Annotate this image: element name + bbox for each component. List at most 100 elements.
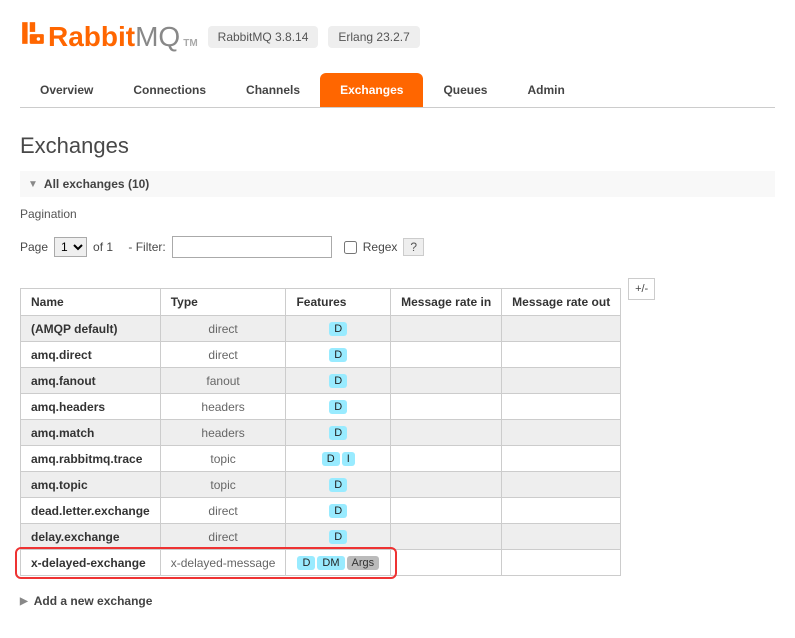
feature-badge[interactable]: D (329, 478, 347, 492)
rate-in (391, 394, 502, 420)
logo-icon (20, 20, 46, 53)
exchange-name[interactable]: x-delayed-exchange (21, 550, 161, 576)
feature-badge[interactable]: D (329, 504, 347, 518)
exchange-type: direct (160, 316, 286, 342)
logo-text-mq: MQ (135, 21, 180, 53)
regex-label: Regex (363, 240, 398, 254)
table-row: delay.exchangedirectD (21, 524, 621, 550)
exchange-features: D (286, 420, 391, 446)
exchange-type: headers (160, 394, 286, 420)
exchange-name[interactable]: amq.rabbitmq.trace (21, 446, 161, 472)
tab-exchanges[interactable]: Exchanges (320, 73, 423, 107)
filter-label: - Filter: (128, 240, 165, 254)
exchange-type: topic (160, 472, 286, 498)
page-select[interactable]: 1 (54, 237, 87, 257)
logo-text-rabbit: Rabbit (48, 21, 135, 53)
exchange-type: topic (160, 446, 286, 472)
tab-connections[interactable]: Connections (113, 73, 226, 107)
filter-input[interactable] (172, 236, 332, 258)
exchange-name[interactable]: amq.fanout (21, 368, 161, 394)
rate-out (502, 368, 621, 394)
table-row: amq.headersheaders D (21, 394, 621, 420)
exchange-features: D (286, 472, 391, 498)
help-button[interactable]: ? (403, 238, 424, 256)
exchange-features: D (286, 394, 391, 420)
rate-in (391, 498, 502, 524)
table-header-row: NameTypeFeaturesMessage rate inMessage r… (21, 289, 621, 316)
feature-badge[interactable]: I (342, 452, 355, 466)
regex-checkbox[interactable] (344, 241, 357, 254)
exchange-type: direct (160, 498, 286, 524)
table-row: amq.rabbitmq.tracetopicDI (21, 446, 621, 472)
exchange-name[interactable]: amq.headers (21, 394, 161, 420)
rate-in (391, 550, 502, 576)
rate-in (391, 446, 502, 472)
rate-out (502, 550, 621, 576)
feature-badge[interactable]: D (329, 348, 347, 362)
exchange-name[interactable]: amq.match (21, 420, 161, 446)
header: RabbitMQ TM RabbitMQ 3.8.14 Erlang 23.2.… (20, 20, 775, 53)
table-row: amq.topictopic D (21, 472, 621, 498)
rate-in (391, 368, 502, 394)
exchange-type: x-delayed-message (160, 550, 286, 576)
rate-in (391, 472, 502, 498)
pagination-heading: Pagination (20, 207, 775, 221)
erlang-badge: Erlang 23.2.7 (328, 26, 419, 48)
tab-admin[interactable]: Admin (507, 73, 584, 107)
logo-tm: TM (183, 38, 197, 49)
rate-out (502, 394, 621, 420)
exchange-features: D (286, 316, 391, 342)
feature-badge[interactable]: Args (347, 556, 380, 570)
rate-out (502, 472, 621, 498)
exchange-name[interactable]: delay.exchange (21, 524, 161, 550)
col-message-rate-out[interactable]: Message rate out (502, 289, 621, 316)
col-message-rate-in[interactable]: Message rate in (391, 289, 502, 316)
rate-in (391, 316, 502, 342)
feature-badge[interactable]: DM (317, 556, 344, 570)
rate-out (502, 342, 621, 368)
page-title: Exchanges (20, 133, 775, 159)
exchange-features: D (286, 524, 391, 550)
pagination-controls: Page 1 of 1 - Filter: Regex ? (20, 236, 775, 258)
rate-in (391, 420, 502, 446)
exchange-features: DI (286, 446, 391, 472)
page-label: Page (20, 240, 48, 254)
feature-badge[interactable]: D (329, 426, 347, 440)
exchange-features: DDMArgs (286, 550, 391, 576)
feature-badge[interactable]: D (329, 374, 347, 388)
rate-out (502, 446, 621, 472)
col-name[interactable]: Name (21, 289, 161, 316)
exchange-features: D (286, 342, 391, 368)
section-all-exchanges[interactable]: ▼ All exchanges (10) (20, 171, 775, 197)
table-row: amq.directdirect D (21, 342, 621, 368)
add-new-exchange[interactable]: ▶ Add a new exchange (20, 594, 775, 608)
exchange-name[interactable]: amq.direct (21, 342, 161, 368)
tab-channels[interactable]: Channels (226, 73, 320, 107)
rate-out (502, 524, 621, 550)
rate-out (502, 498, 621, 524)
chevron-right-icon: ▶ (20, 596, 28, 607)
exchange-name[interactable]: (AMQP default) (21, 316, 161, 342)
rate-in (391, 342, 502, 368)
feature-badge[interactable]: D (329, 400, 347, 414)
tab-queues[interactable]: Queues (423, 73, 507, 107)
tab-overview[interactable]: Overview (20, 73, 113, 107)
exchange-name[interactable]: amq.topic (21, 472, 161, 498)
col-features[interactable]: Features (286, 289, 391, 316)
feature-badge[interactable]: D (297, 556, 315, 570)
nav-tabs: OverviewConnectionsChannelsExchangesQueu… (20, 73, 775, 108)
table-row: dead.letter.exchangedirect D (21, 498, 621, 524)
columns-toggle[interactable]: +/- (628, 278, 655, 300)
add-new-label: Add a new exchange (34, 594, 153, 608)
rate-out (502, 420, 621, 446)
feature-badge[interactable]: D (329, 530, 347, 544)
col-type[interactable]: Type (160, 289, 286, 316)
chevron-down-icon: ▼ (28, 179, 38, 190)
exchange-type: direct (160, 342, 286, 368)
feature-badge[interactable]: D (329, 322, 347, 336)
logo[interactable]: RabbitMQ TM (20, 20, 198, 53)
page-of: of 1 (93, 240, 113, 254)
table-row: amq.matchheadersD (21, 420, 621, 446)
exchange-name[interactable]: dead.letter.exchange (21, 498, 161, 524)
feature-badge[interactable]: D (322, 452, 340, 466)
